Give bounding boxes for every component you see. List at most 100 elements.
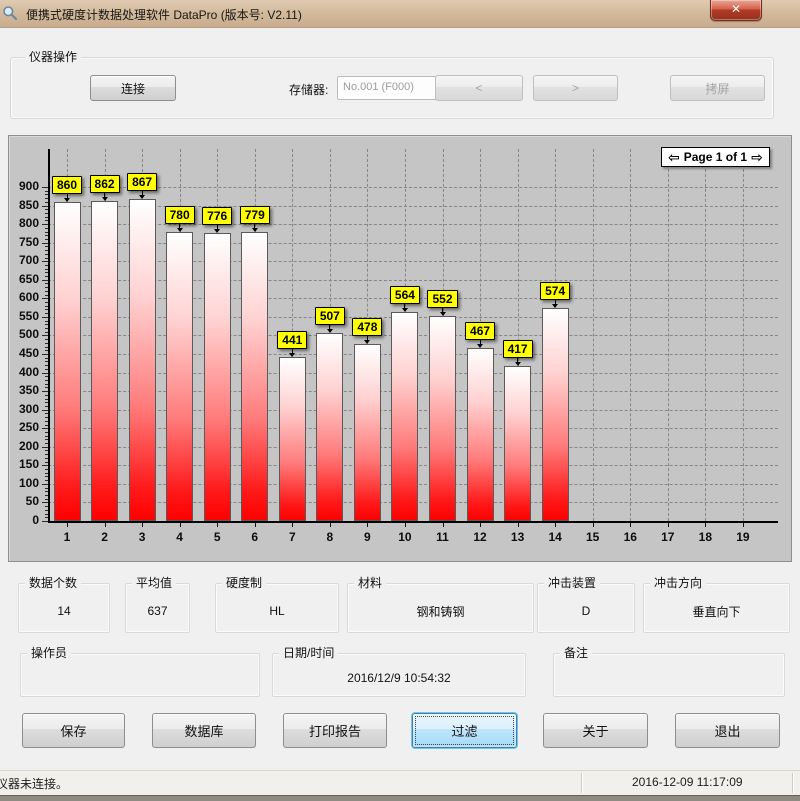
- y-axis-label: 400: [9, 365, 39, 379]
- x-axis-tick: [443, 523, 444, 527]
- statusbar-divider: [581, 773, 582, 793]
- field-remark: 备注: [553, 653, 785, 697]
- y-axis-label: 250: [9, 420, 39, 434]
- y-axis-label: 300: [9, 402, 39, 416]
- x-axis-tick: [518, 523, 519, 527]
- bar: [279, 357, 306, 521]
- v-gridline: [705, 149, 706, 521]
- field-datetime: 日期/时间 2016/12/9 10:54:32: [272, 653, 526, 697]
- field-datetime-label: 日期/时间: [279, 646, 338, 661]
- bar-value-label: 552: [403, 290, 483, 316]
- y-axis-label: 800: [9, 216, 39, 230]
- field-average: 平均值 637: [125, 583, 190, 633]
- y-axis: [48, 149, 50, 523]
- database-button[interactable]: 数据库: [152, 713, 256, 748]
- field-operator-label: 操作员: [27, 646, 71, 661]
- field-average-label: 平均值: [132, 576, 176, 591]
- y-axis-label: 350: [9, 383, 39, 397]
- x-axis-tick: [630, 523, 631, 527]
- y-axis-label: 550: [9, 309, 39, 323]
- bar: [467, 348, 494, 521]
- y-axis-label: 150: [9, 457, 39, 471]
- page-prev-icon[interactable]: ⇦: [668, 150, 680, 164]
- x-axis-tick: [555, 523, 556, 527]
- bar-value-text: 552: [427, 290, 457, 308]
- value-pointer-arrow-icon: [515, 362, 521, 366]
- chart-panel: 0501001502002503003504004505005506006507…: [8, 135, 792, 562]
- v-gridline: [743, 149, 744, 521]
- value-pointer-arrow-icon: [289, 353, 295, 357]
- bar-value-label: 779: [215, 206, 295, 232]
- x-axis-tick: [743, 523, 744, 527]
- field-data-count-label: 数据个数: [25, 576, 81, 591]
- filter-button[interactable]: 过滤: [412, 713, 517, 748]
- save-button[interactable]: 保存: [22, 713, 125, 748]
- x-axis-label: 17: [653, 530, 683, 544]
- close-icon: ✕: [731, 2, 741, 16]
- bar-value-label: 867: [102, 173, 182, 199]
- memory-select[interactable]: No.001 (F000) ▾: [337, 76, 446, 100]
- field-impact-device-label: 冲击装置: [544, 576, 600, 591]
- x-axis-tick: [292, 523, 293, 527]
- x-axis: [48, 521, 778, 523]
- close-button[interactable]: ✕: [710, 0, 762, 21]
- bar: [542, 308, 569, 521]
- v-gridline: [593, 149, 594, 521]
- bar: [91, 201, 118, 521]
- x-axis-label: 13: [503, 530, 533, 544]
- x-axis-label: 2: [90, 530, 120, 544]
- bar: [354, 344, 381, 521]
- x-axis-label: 16: [615, 530, 645, 544]
- x-axis-tick: [668, 523, 669, 527]
- x-axis-label: 11: [428, 530, 458, 544]
- page-indicator: ⇦ Page 1 of 1 ⇨: [661, 147, 770, 167]
- value-pointer-arrow-icon: [440, 312, 446, 316]
- x-axis-label: 10: [390, 530, 420, 544]
- bar: [316, 333, 343, 521]
- y-axis-label: 650: [9, 272, 39, 286]
- y-axis-label: 0: [9, 513, 39, 527]
- print-report-button[interactable]: 打印报告: [283, 713, 387, 748]
- y-axis-label: 50: [9, 494, 39, 508]
- bar-chart: 0501001502002503003504004505005506006507…: [9, 136, 791, 561]
- x-axis-label: 5: [202, 530, 232, 544]
- x-axis-tick: [593, 523, 594, 527]
- field-remark-label: 备注: [560, 646, 592, 661]
- exit-button[interactable]: 退出: [675, 713, 780, 748]
- prev-memory-button[interactable]: <: [435, 75, 523, 101]
- bar: [204, 233, 231, 521]
- field-impact-direction: 冲击方向 垂直向下: [643, 583, 790, 633]
- memory-label: 存储器:: [289, 81, 328, 98]
- next-memory-button[interactable]: >: [533, 75, 618, 101]
- bar: [391, 312, 418, 521]
- field-hardness-scale-label: 硬度制: [222, 576, 266, 591]
- field-material: 材料 钢和铸钢: [347, 583, 534, 633]
- y-axis-label: 200: [9, 439, 39, 453]
- x-axis-label: 19: [728, 530, 758, 544]
- statusbar-divider: [792, 773, 793, 793]
- v-gridline: [630, 149, 631, 521]
- connect-button[interactable]: 连接: [90, 75, 176, 101]
- x-axis-label: 14: [540, 530, 570, 544]
- status-bar: 仪器未连接。 2016-12-09 11:17:09: [0, 770, 800, 795]
- bar-value-text: 867: [127, 173, 157, 191]
- x-axis-label: 18: [690, 530, 720, 544]
- instrument-group-label: 仪器操作: [25, 50, 81, 65]
- value-pointer-arrow-icon: [139, 195, 145, 199]
- x-axis-label: 7: [277, 530, 307, 544]
- value-pointer-arrow-icon: [364, 340, 370, 344]
- copy-screen-button[interactable]: 拷屏: [670, 75, 765, 101]
- x-axis-tick: [217, 523, 218, 527]
- page-next-icon[interactable]: ⇨: [751, 150, 763, 164]
- about-button[interactable]: 关于: [543, 713, 648, 748]
- field-hardness-scale: 硬度制 HL: [215, 583, 339, 633]
- field-data-count: 数据个数 14: [18, 583, 110, 633]
- y-axis-label: 600: [9, 290, 39, 304]
- bar-value-text: 574: [540, 282, 570, 300]
- x-axis-label: 6: [240, 530, 270, 544]
- x-axis-tick: [330, 523, 331, 527]
- bar-value-text: 441: [277, 331, 307, 349]
- x-axis-label: 15: [578, 530, 608, 544]
- bar-value-text: 779: [240, 206, 270, 224]
- x-axis-label: 12: [465, 530, 495, 544]
